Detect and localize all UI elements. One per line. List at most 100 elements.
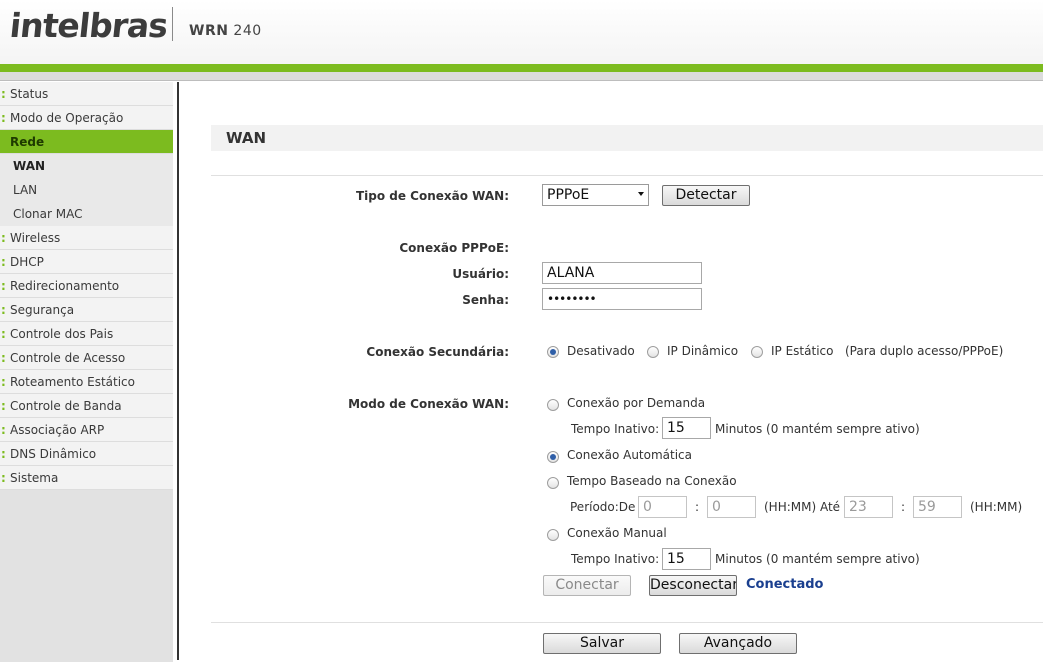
- sidebar-item-dynamic-dns[interactable]: : DNS Dinâmico: [0, 442, 173, 466]
- sidebar-item-status[interactable]: : Status: [0, 82, 173, 106]
- sidebar-item-wireless[interactable]: : Wireless: [0, 226, 173, 250]
- bullet-icon: :: [1, 351, 6, 365]
- connection-status: Conectado: [746, 577, 824, 592]
- bullet-icon: :: [1, 447, 6, 461]
- time-colon: :: [695, 500, 700, 514]
- sidebar-item-static-routing[interactable]: : Roteamento Estático: [0, 370, 173, 394]
- time-colon: :: [901, 500, 906, 514]
- sidebar-item-security[interactable]: : Segurança: [0, 298, 173, 322]
- idle-time-input-manual[interactable]: 15: [662, 548, 711, 570]
- sidebar-item-bandwidth-control[interactable]: : Controle de Banda: [0, 394, 173, 418]
- logo-divider: [172, 7, 173, 41]
- bullet-icon: :: [1, 111, 6, 125]
- on-demand-radio[interactable]: [547, 399, 559, 411]
- bullet-icon: :: [1, 327, 6, 341]
- sidebar-item-label: Rede: [10, 135, 45, 149]
- save-button[interactable]: Salvar: [543, 633, 661, 654]
- bullet-icon: :: [1, 231, 6, 245]
- brand-logo: intelbras: [7, 6, 170, 45]
- sidebar-item-access-control[interactable]: : Controle de Acesso: [0, 346, 173, 370]
- user-input[interactable]: ALANA: [542, 262, 702, 284]
- sidebar-item-system[interactable]: : Sistema: [0, 466, 173, 490]
- sidebar-item-label: Controle de Banda: [10, 399, 122, 413]
- connect-button[interactable]: Conectar: [543, 575, 631, 596]
- secondary-disabled-radio[interactable]: [547, 346, 559, 358]
- manual-connection-label: Conexão Manual: [567, 526, 667, 540]
- page-title: WAN: [226, 129, 267, 147]
- sidebar-item-label: Controle dos Pais: [10, 327, 114, 341]
- sidebar-item-network[interactable]: Rede: [0, 130, 173, 154]
- sidebar-item-label: Wireless: [10, 231, 61, 245]
- sidebar-item-label: Sistema: [10, 471, 59, 485]
- period-to-minute-input[interactable]: 59: [913, 496, 962, 518]
- sidebar-item-label: DNS Dinâmico: [10, 447, 97, 461]
- sidebar-item-label: Modo de Operação: [10, 111, 124, 125]
- sidebar-item-label: DHCP: [10, 255, 44, 269]
- secondary-dynamic-radio[interactable]: [647, 346, 659, 358]
- idle-time-note: Minutos (0 mantém sempre ativo): [715, 552, 920, 566]
- password-input[interactable]: ••••••••: [542, 288, 702, 310]
- sidebar-subitem-clone-mac[interactable]: Clonar MAC: [0, 202, 173, 226]
- wan-mode-label: Modo de Conexão WAN:: [348, 397, 509, 411]
- sidebar-menu: : Status : Modo de Operação Rede WAN LAN C…: [0, 82, 173, 662]
- sidebar-item-parental-control[interactable]: : Controle dos Pais: [0, 322, 173, 346]
- model-number: 240: [233, 23, 262, 39]
- secondary-disabled-label: Desativado: [567, 344, 635, 358]
- secondary-static-radio[interactable]: [751, 346, 763, 358]
- bullet-icon: :: [1, 279, 6, 293]
- sidebar-subitem-lan[interactable]: LAN: [0, 178, 173, 202]
- sidebar-filler: [0, 490, 173, 662]
- idle-time-label: Tempo Inativo:: [571, 422, 660, 436]
- secondary-connection-label: Conexão Secundária:: [366, 345, 509, 359]
- sidebar-item-label: Status: [10, 87, 49, 101]
- page-title-bar: WAN: [211, 125, 1043, 151]
- manual-connection-radio[interactable]: [547, 529, 559, 541]
- sidebar-item-label: Associação ARP: [10, 423, 105, 437]
- hhmm-until-label: (HH:MM) Até: [764, 500, 841, 514]
- period-to-hour-input[interactable]: 23: [844, 496, 893, 518]
- detect-button[interactable]: Detectar: [662, 185, 750, 206]
- bullet-icon: :: [1, 375, 6, 389]
- advanced-button[interactable]: Avançado: [679, 633, 797, 654]
- bullet-icon: :: [1, 255, 6, 269]
- period-label: Período:De: [570, 500, 636, 514]
- sidebar-item-label: Controle de Acesso: [10, 351, 126, 365]
- time-based-radio[interactable]: [547, 477, 559, 489]
- idle-time-input-demand[interactable]: 15: [662, 417, 711, 439]
- header-bottom-bar: [0, 72, 1043, 81]
- header-accent-bar: [0, 64, 1043, 72]
- sidebar-item-label: Roteamento Estático: [10, 375, 135, 389]
- password-label: Senha:: [462, 293, 509, 307]
- period-from-hour-input[interactable]: 0: [638, 496, 687, 518]
- wan-type-select[interactable]: PPPoE: [542, 184, 649, 206]
- divider-top: [211, 175, 1043, 176]
- sidebar-subitem-wan[interactable]: WAN: [0, 154, 173, 178]
- sidebar-divider: [177, 82, 179, 660]
- chevron-down-icon: [638, 192, 644, 196]
- model-name: WRN 240: [189, 23, 262, 39]
- time-based-label: Tempo Baseado na Conexão: [567, 474, 737, 488]
- period-from-minute-input[interactable]: 0: [707, 496, 756, 518]
- sidebar-item-dhcp[interactable]: : DHCP: [0, 250, 173, 274]
- auto-connection-radio[interactable]: [547, 451, 559, 463]
- bullet-icon: :: [1, 87, 6, 101]
- bullet-icon: :: [1, 399, 6, 413]
- hhmm-label: (HH:MM): [970, 500, 1023, 514]
- on-demand-label: Conexão por Demanda: [567, 396, 706, 410]
- wan-type-label: Tipo de Conexão WAN:: [355, 189, 509, 203]
- wan-type-value: PPPoE: [547, 187, 590, 203]
- user-label: Usuário:: [452, 267, 509, 281]
- secondary-static-label: IP Estático: [771, 344, 834, 358]
- sidebar-item-label: WAN: [13, 159, 46, 173]
- sidebar-item-arp-binding[interactable]: : Associação ARP: [0, 418, 173, 442]
- disconnect-button[interactable]: Desconectar: [649, 575, 737, 596]
- divider-bottom: [211, 622, 1043, 623]
- bullet-icon: :: [1, 423, 6, 437]
- auto-connection-label: Conexão Automática: [567, 448, 693, 462]
- bullet-icon: :: [1, 303, 6, 317]
- sidebar-item-forwarding[interactable]: : Redirecionamento: [0, 274, 173, 298]
- sidebar-item-label: LAN: [13, 183, 38, 197]
- sidebar-item-label: Segurança: [10, 303, 75, 317]
- sidebar-item-operation-mode[interactable]: : Modo de Operação: [0, 106, 173, 130]
- idle-time-note: Minutos (0 mantém sempre ativo): [715, 422, 920, 436]
